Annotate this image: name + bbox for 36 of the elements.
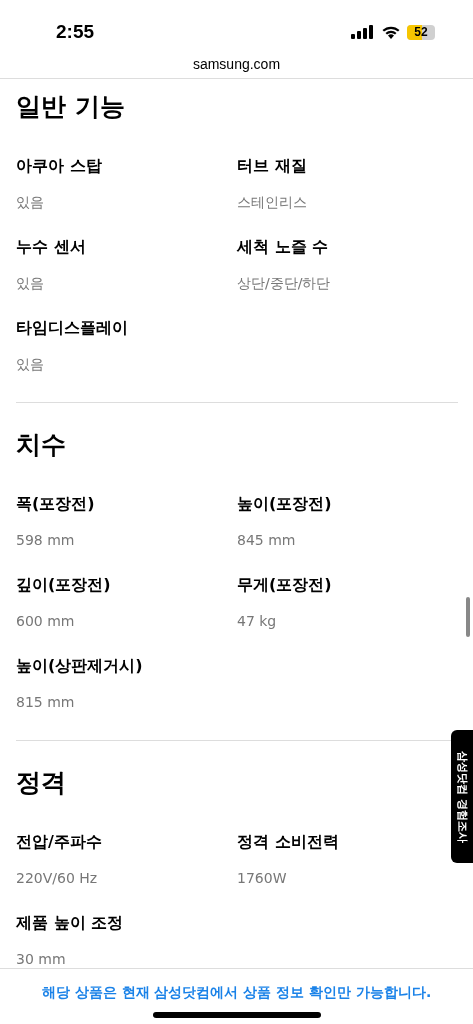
spec-label: 높이(포장전) [237, 493, 333, 515]
wifi-icon [381, 25, 401, 39]
spec-label: 폭(포장전) [16, 493, 96, 515]
spec-label: 세척 노즐 수 [237, 236, 330, 258]
spec-label: 무게(포장전) [237, 574, 333, 596]
address-bar[interactable]: samsung.com [0, 50, 473, 79]
spec-value: 815 mm [16, 693, 76, 712]
status-time: 2:55 [56, 21, 95, 43]
spec-value: 있음 [16, 274, 45, 293]
spec-value: 845 mm [237, 531, 297, 550]
signal-icon [351, 25, 375, 39]
spec-value: 220V/60 Hz [16, 869, 99, 888]
spec-label: 누수 센서 [16, 236, 87, 258]
spec-label: 전압/주파수 [16, 831, 103, 853]
spec-value: 30 mm [16, 950, 67, 969]
spec-value: 598 mm [16, 531, 76, 550]
survey-tab[interactable]: 삼성닷컴 경험조사 [451, 730, 473, 863]
spec-label: 높이(상판제거시) [16, 655, 144, 677]
notice-text: 해당 상품은 현재 삼성닷컴에서 상품 정보 확인만 가능합니다. [41, 984, 432, 1002]
spec-value: 있음 [16, 355, 45, 374]
spec-label: 제품 높이 조정 [16, 912, 125, 934]
spec-label: 터브 재질 [237, 155, 308, 177]
spec-value: 있음 [16, 193, 45, 212]
spec-value: 스테인리스 [237, 193, 308, 212]
spec-label: 깊이(포장전) [16, 574, 112, 596]
spec-value: 상단/중단/하단 [237, 274, 332, 293]
section-heading: 일반 기능 [16, 91, 126, 123]
spec-label: 타임디스플레이 [16, 317, 129, 339]
spec-value: 47 kg [237, 612, 278, 631]
spec-value: 600 mm [16, 612, 76, 631]
spec-value: 1760W [237, 869, 288, 888]
spec-label: 아쿠아 스탑 [16, 155, 103, 177]
section-heading: 정격 [16, 767, 67, 799]
scrollbar [466, 597, 470, 637]
spec-label: 정격 소비전력 [237, 831, 340, 853]
section-heading: 치수 [16, 429, 67, 461]
